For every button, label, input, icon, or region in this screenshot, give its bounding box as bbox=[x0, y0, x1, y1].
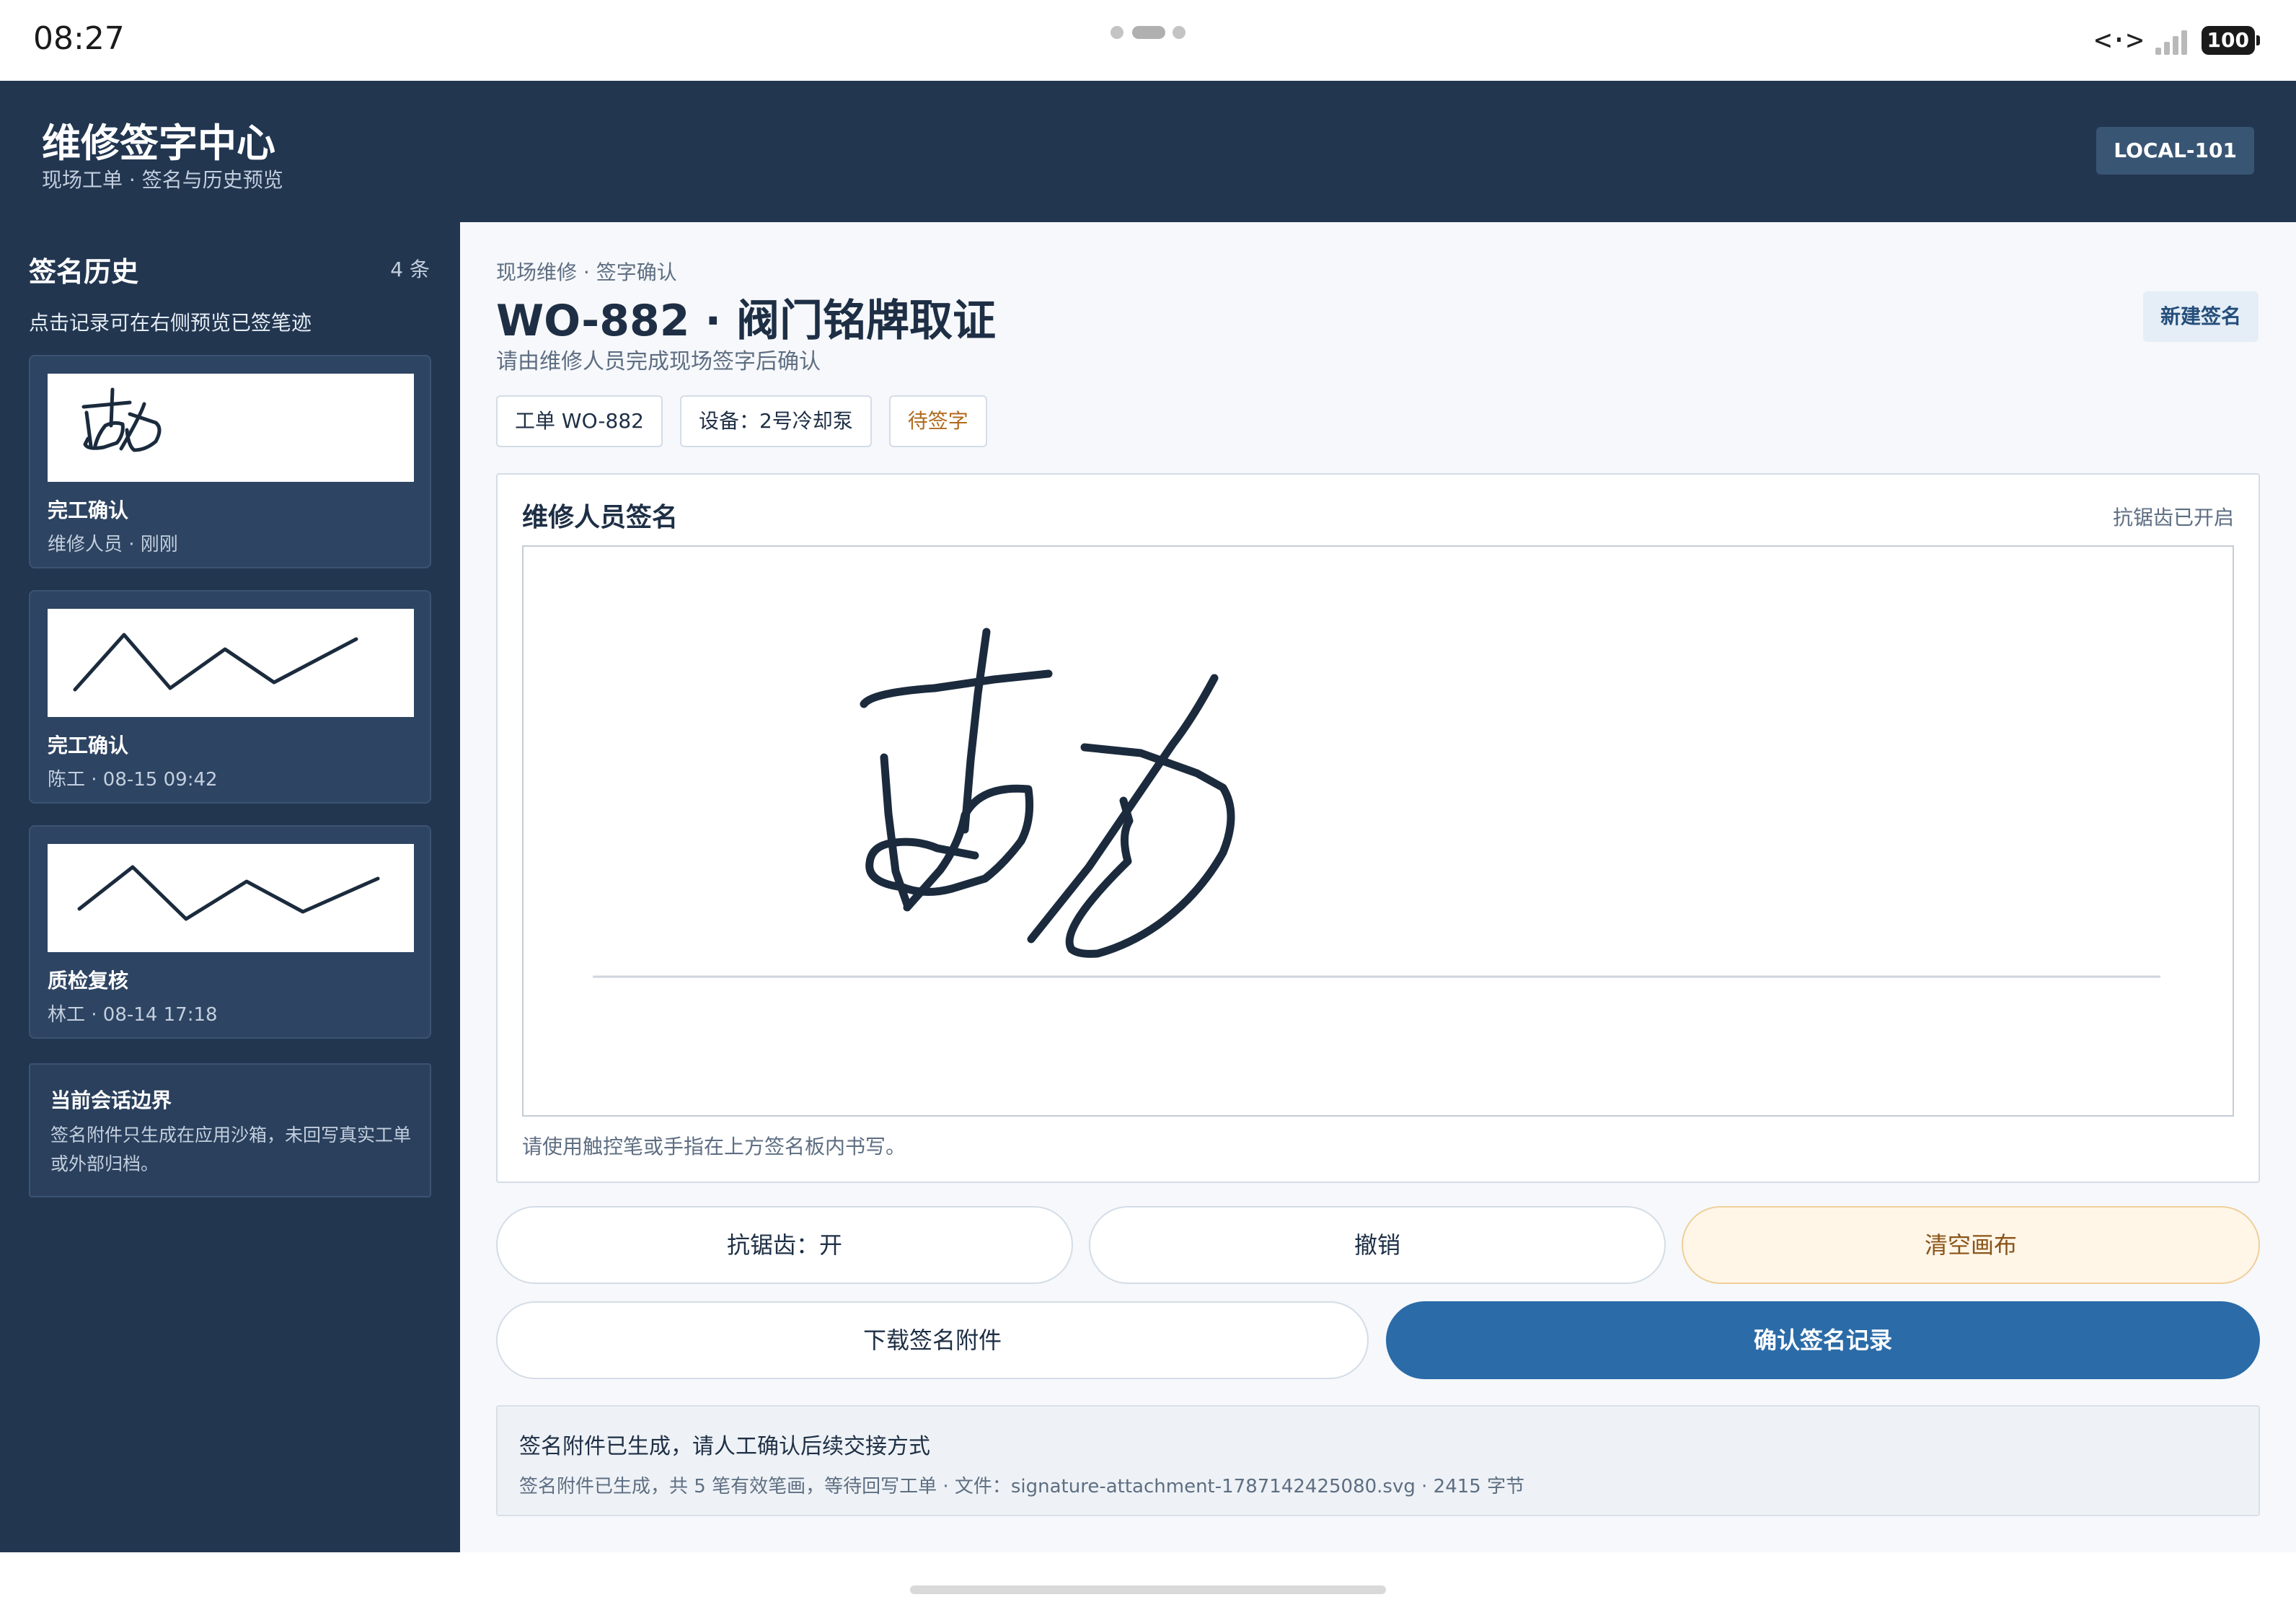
result-detail: 签名附件已生成，共 5 笔有效笔画，等待回写工单 · 文件：signature-… bbox=[519, 1476, 1525, 1497]
app-subtitle: 现场工单 · 签名与历史预览 bbox=[42, 168, 283, 192]
network-arrows-icon: <·> bbox=[2094, 24, 2143, 57]
clear-canvas-button[interactable]: 清空画布 bbox=[1682, 1206, 2260, 1284]
signature-thumbnail bbox=[48, 374, 414, 482]
device-chip: 设备：2号冷却泵 bbox=[679, 395, 872, 447]
app-title: 维修签字中心 bbox=[42, 120, 275, 166]
home-indicator[interactable] bbox=[910, 1585, 1386, 1594]
signature-panel: 维修人员签名 抗锯齿已开启 请使用触控笔或手指在上方签名板内书写。 bbox=[496, 473, 2260, 1183]
history-title: 签名历史 bbox=[29, 256, 139, 288]
boundary-title: 当前会话边界 bbox=[50, 1088, 172, 1112]
signature-thumbnail bbox=[48, 609, 414, 717]
info-chips: 工单 WO-882 设备：2号冷却泵 待签字 bbox=[496, 395, 987, 447]
antialias-toggle-button[interactable]: 抗锯齿：开 bbox=[496, 1206, 1073, 1284]
status-bar: 08:27 <·> 100 bbox=[0, 0, 2296, 81]
battery-tip bbox=[2256, 35, 2260, 45]
signal-icon bbox=[2152, 26, 2191, 55]
result-box: 签名附件已生成，请人工确认后续交接方式 签名附件已生成，共 5 笔有效笔画，等待… bbox=[496, 1405, 2260, 1516]
status-badge: 待签字 bbox=[888, 395, 987, 447]
history-item-title: 完工确认 bbox=[48, 734, 129, 757]
page-subtitle: 请由维修人员完成现场签字后确认 bbox=[496, 349, 821, 374]
history-item[interactable]: 完工确认 陈工 · 08-15 09:42 bbox=[29, 590, 431, 804]
history-sidebar: 签名历史 4 条 点击记录可在右侧预览已签笔迹 完工确认 维修人员 · 刚刚 完… bbox=[0, 222, 460, 1552]
main-content: 现场维修 · 签字确认 WO-882 · 阀门铭牌取证 请由维修人员完成现场签字… bbox=[460, 222, 2296, 1552]
signature-strokes bbox=[860, 628, 1235, 958]
signature-canvas[interactable] bbox=[522, 545, 2234, 1117]
breadcrumb: 现场维修 · 签字确认 bbox=[496, 260, 677, 284]
new-signature-button[interactable]: 新建签名 bbox=[2142, 291, 2259, 342]
order-chip: 工单 WO-882 bbox=[496, 395, 663, 447]
history-item-title: 完工确认 bbox=[48, 498, 129, 522]
boundary-text: 签名附件只生成在应用沙箱，未回写真实工单或外部归档。 bbox=[50, 1125, 412, 1174]
history-hint: 点击记录可在右侧预览已签笔迹 bbox=[29, 311, 312, 335]
undo-button[interactable]: 撤销 bbox=[1089, 1206, 1666, 1284]
signature-panel-title: 维修人员签名 bbox=[522, 503, 679, 532]
signature-thumbnail bbox=[48, 844, 414, 952]
app-header: 维修签字中心 现场工单 · 签名与历史预览 LOCAL-101 bbox=[0, 81, 2296, 222]
bottom-bar bbox=[0, 1552, 2296, 1610]
page-title: WO-882 · 阀门铭牌取证 bbox=[496, 296, 997, 346]
history-item[interactable]: 质检复核 林工 · 08-14 17:18 bbox=[29, 825, 431, 1039]
history-item-meta: 维修人员 · 刚刚 bbox=[48, 534, 178, 555]
session-boundary-card: 当前会话边界 签名附件只生成在应用沙箱，未回写真实工单或外部归档。 bbox=[29, 1063, 431, 1197]
download-attachment-button[interactable]: 下载签名附件 bbox=[496, 1301, 1369, 1379]
result-title: 签名附件已生成，请人工确认后续交接方式 bbox=[519, 1434, 930, 1459]
status-time: 08:27 bbox=[33, 20, 125, 57]
history-item-meta: 林工 · 08-14 17:18 bbox=[48, 1004, 218, 1026]
canvas-hint: 请使用触控笔或手指在上方签名板内书写。 bbox=[522, 1135, 906, 1158]
multitask-dots-icon[interactable] bbox=[1111, 26, 1185, 39]
antialias-state: 抗锯齿已开启 bbox=[2112, 506, 2234, 529]
history-item-meta: 陈工 · 08-15 09:42 bbox=[48, 769, 218, 791]
history-item[interactable]: 完工确认 维修人员 · 刚刚 bbox=[29, 355, 431, 568]
history-count: 4 条 bbox=[390, 258, 430, 281]
status-indicators: <·> 100 bbox=[2094, 22, 2260, 59]
history-item-title: 质检复核 bbox=[48, 969, 129, 993]
battery-icon: 100 bbox=[2201, 26, 2255, 55]
device-badge: LOCAL-101 bbox=[2096, 127, 2254, 175]
confirm-signature-button[interactable]: 确认签名记录 bbox=[1386, 1301, 2260, 1379]
